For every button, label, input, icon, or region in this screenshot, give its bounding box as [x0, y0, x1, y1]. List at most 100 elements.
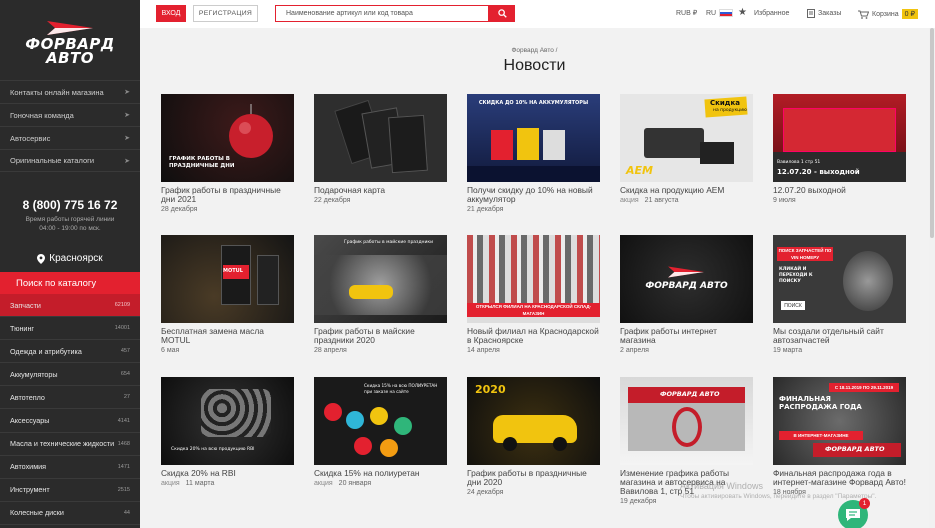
christmas-ornament-icon	[229, 104, 273, 158]
news-title[interactable]: Скидка на продукцию AEM	[620, 186, 753, 195]
news-title[interactable]: График работы в праздничные дни 2021	[161, 186, 294, 204]
news-card[interactable]: ФОРВАРД АВТО График работы интернет мага…	[620, 235, 753, 354]
news-title[interactable]: Финальная распродажа года в интернет-маг…	[773, 469, 906, 487]
cart-total-badge: 0 ₽	[901, 9, 918, 19]
news-card[interactable]: Скидка 20% на всю продукцию RBI Скидка 2…	[161, 377, 294, 487]
star-icon: ★	[738, 7, 747, 18]
battery-graphic	[491, 130, 513, 160]
news-title[interactable]: Получи скидку до 10% на новый аккумулято…	[467, 186, 600, 204]
battery-graphic	[543, 130, 565, 160]
news-card[interactable]: MOTUL Бесплатная замена масла MOTUL 6 ма…	[161, 235, 294, 354]
news-image[interactable]: Скидка 20% на всю продукцию RBI	[161, 377, 294, 465]
news-date: 9 июля	[773, 197, 796, 204]
orders-link[interactable]: Заказы	[807, 9, 841, 18]
news-image[interactable]: СКИДКА ДО 10% НА АККУМУЛЯТОРЫ	[467, 94, 600, 182]
bushings-graphic	[201, 389, 271, 437]
category-item[interactable]: Автотепло 27	[0, 386, 140, 410]
news-title[interactable]: 12.07.20 выходной	[773, 186, 906, 195]
news-image[interactable]: ФОРВАРД АВТО	[620, 377, 753, 465]
news-title[interactable]: Скидка 15% на полиуретан	[314, 469, 447, 478]
category-item[interactable]: Автохимия 1471	[0, 456, 140, 479]
menu-item-catalogs[interactable]: Оригинальные каталоги ➤	[0, 149, 140, 172]
favorites-link[interactable]: ★ Избранное	[738, 7, 789, 18]
news-image[interactable]	[314, 94, 447, 182]
page-scrollbar[interactable]	[929, 28, 935, 528]
news-title[interactable]: Бесплатная замена масла MOTUL	[161, 327, 294, 345]
category-item[interactable]: Аксессуары 4141	[0, 409, 140, 433]
category-item[interactable]: Колесные диски 44	[0, 502, 140, 525]
location-pin-icon	[37, 253, 46, 264]
news-image[interactable]: 2020	[467, 377, 600, 465]
news-card[interactable]: ПОИСК ЗАПЧАСТЕЙ ПО VIN НОМЕРУ КЛИКАЙ И П…	[773, 235, 906, 354]
windows-activation-text: Чтобы активировать Windows, перейдите в …	[680, 493, 877, 500]
sidebar: ФОРВАРД АВТО Контакты онлайн магазина ➤ Г…	[0, 0, 140, 528]
news-card[interactable]: С 18.11.2019 ПО 29.11.2019 ФИНАЛЬНАЯ РАС…	[773, 377, 906, 496]
search-input[interactable]: Наименование артикул или код товара	[275, 5, 489, 22]
news-title[interactable]: График работы интернет магазина	[620, 327, 753, 345]
news-card[interactable]: СКИДКА ДО 10% НА АККУМУЛЯТОРЫ Получи ски…	[467, 94, 600, 213]
news-card[interactable]: 2020 График работы в праздничные дни 202…	[467, 377, 600, 496]
search-button[interactable]	[489, 5, 515, 22]
news-image[interactable]: ГРАФИК РАБОТЫ В ПРАЗДНИЧНЫЕ ДНИ	[161, 94, 294, 182]
category-item[interactable]: Аккумуляторы 654	[0, 363, 140, 387]
news-card[interactable]: Скидка 15% на всю ПОЛИУРЕТАН при заказе …	[314, 377, 447, 487]
news-image[interactable]: ФОРВАРД АВТО	[620, 235, 753, 323]
category-item[interactable]: Тюнинг 14001	[0, 317, 140, 341]
battery-graphic	[517, 128, 539, 160]
search-icon	[497, 9, 507, 18]
contacts: 8 (800) 775 16 72 Время работы горячей л…	[0, 198, 140, 233]
promo-tag: акция	[314, 480, 333, 487]
catalog-search-button[interactable]: Поиск по каталогу	[0, 272, 140, 294]
category-item[interactable]: Одежда и атрибутика 457	[0, 340, 140, 364]
news-title[interactable]: График работы в праздничные дни 2020	[467, 469, 600, 487]
news-image[interactable]: ПОИСК ЗАПЧАСТЕЙ ПО VIN НОМЕРУ КЛИКАЙ И П…	[773, 235, 906, 323]
news-date: 6 мая	[161, 347, 180, 354]
gift-card-graphic	[388, 114, 428, 174]
scrollbar-thumb[interactable]	[930, 28, 934, 238]
news-image[interactable]: График работы в майские праздники	[314, 235, 447, 323]
news-image[interactable]: MOTUL	[161, 235, 294, 323]
news-image[interactable]: ОТКРЫЛСЯ ФИЛИАЛ НА КРАСНОДАРСКОЙ СКЛАД-М…	[467, 235, 600, 323]
news-card[interactable]: ГРАФИК РАБОТЫ В ПРАЗДНИЧНЫЕ ДНИ График р…	[161, 94, 294, 213]
news-date: акция 21 августа	[620, 197, 679, 204]
category-item[interactable]: Масла и технические жидкости 1468	[0, 433, 140, 456]
news-date: 28 апреля	[314, 347, 347, 354]
news-title[interactable]: Новый филиал на Краснодарской в Краснояр…	[467, 327, 600, 345]
news-card[interactable]: ОТКРЫЛСЯ ФИЛИАЛ НА КРАСНОДАРСКОЙ СКЛАД-М…	[467, 235, 600, 354]
news-date: 2 апреля	[620, 347, 649, 354]
news-image[interactable]: Скидка на продукцию AEM	[620, 94, 753, 182]
news-title[interactable]: Скидка 20% на RBI	[161, 469, 294, 478]
gauge-graphic	[644, 128, 704, 158]
news-title[interactable]: Мы создали отдельный сайт автозапчастей	[773, 327, 906, 345]
news-card[interactable]: Скидка на продукцию AEM Скидка на продук…	[620, 94, 753, 204]
menu-item-service[interactable]: Автосервис ➤	[0, 126, 140, 149]
category-item[interactable]: Инструмент 2515	[0, 479, 140, 502]
news-card[interactable]: Вавилова 1 стр 51 12.07.20 - выходной 12…	[773, 94, 906, 204]
arrow-icon: ➤	[124, 157, 130, 165]
login-button[interactable]: ВХОД	[156, 5, 186, 22]
chat-unread-badge: 1	[859, 498, 870, 509]
news-title[interactable]: График работы в майские праздники 2020	[314, 327, 447, 345]
header: ВХОД РЕГИСТРАЦИЯ Наименование артикул ил…	[140, 0, 935, 28]
news-image[interactable]: Вавилова 1 стр 51 12.07.20 - выходной	[773, 94, 906, 182]
language-selector[interactable]: RU	[706, 9, 734, 17]
news-date: 19 марта	[773, 347, 803, 354]
ru-flag-icon	[719, 9, 734, 17]
news-date: акция 20 января	[314, 480, 372, 487]
category-list: Запчасти 62109 Тюнинг 14001 Одежда и атриб…	[0, 294, 140, 525]
menu-item-racing[interactable]: Гоночная команда ➤	[0, 103, 140, 126]
news-image[interactable]: Скидка 15% на всю ПОЛИУРЕТАН при заказе …	[314, 377, 447, 465]
news-card[interactable]: График работы в майские праздники График…	[314, 235, 447, 354]
category-item[interactable]: Запчасти 62109	[0, 294, 140, 318]
news-image[interactable]: С 18.11.2019 ПО 29.11.2019 ФИНАЛЬНАЯ РАС…	[773, 377, 906, 465]
breadcrumb[interactable]: Форвард Авто /	[140, 47, 929, 54]
register-button[interactable]: РЕГИСТРАЦИЯ	[193, 5, 258, 22]
phone-number[interactable]: 8 (800) 775 16 72	[0, 198, 140, 212]
menu-item-contacts[interactable]: Контакты онлайн магазина ➤	[0, 80, 140, 103]
news-title[interactable]: Подарочная карта	[314, 186, 447, 195]
logo[interactable]: ФОРВАРД АВТО	[0, 0, 140, 80]
city-selector[interactable]: Красноярск	[0, 253, 140, 264]
currency-selector[interactable]: RUB ₽	[676, 9, 697, 17]
cart-link[interactable]: Корзина 0 ₽	[858, 9, 918, 19]
news-card[interactable]: Подарочная карта 22 декабря	[314, 94, 447, 204]
